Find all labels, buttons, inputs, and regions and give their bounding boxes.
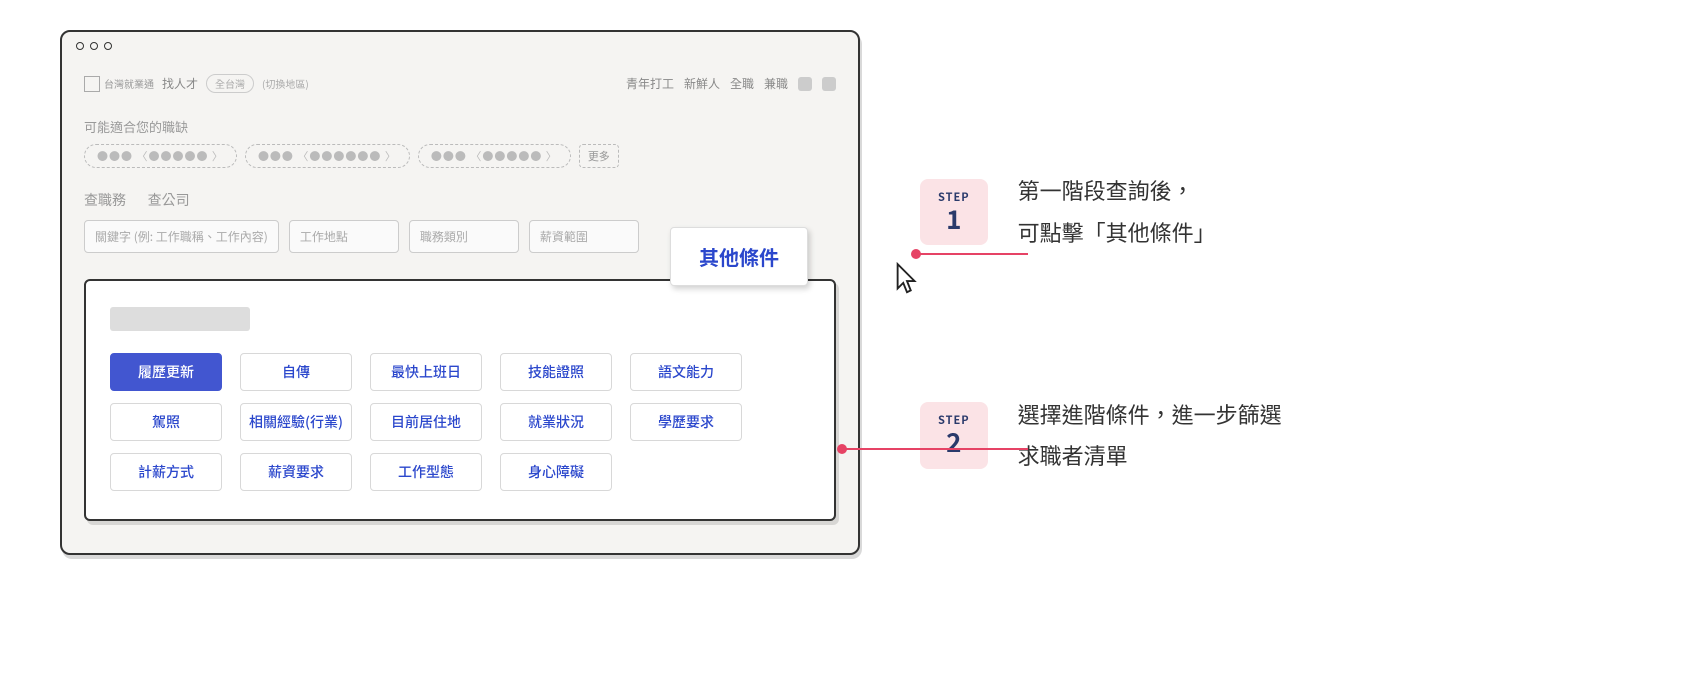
suggestions-heading: 可能適合您的職缺: [84, 117, 836, 136]
topbar-left: 台灣就業通 找人才 全台灣 (切換地區): [84, 74, 309, 93]
filter-chip[interactable]: 學歷要求: [630, 403, 742, 441]
stage: 台灣就業通 找人才 全台灣 (切換地區) 青年打工 新鮮人 全職 兼職 可能適合…: [60, 30, 860, 555]
site-logo[interactable]: 台灣就業通: [84, 76, 154, 92]
annotation-text-2: 選擇進階條件，進一步篩選 求職者清單: [1018, 394, 1282, 478]
nav-link[interactable]: 全職: [730, 75, 754, 92]
connector-line-2: [842, 448, 1028, 450]
panel-heading-skeleton: [110, 307, 250, 331]
topbar-right: 青年打工 新鮮人 全職 兼職: [626, 75, 836, 92]
filter-chip[interactable]: 技能證照: [500, 353, 612, 391]
filter-chip[interactable]: 履歷更新: [110, 353, 222, 391]
cursor-icon: [892, 262, 922, 305]
other-conditions-button[interactable]: 其他條件: [670, 227, 808, 286]
window-dot: [90, 42, 98, 50]
nav-icon[interactable]: [798, 77, 812, 91]
topbar: 台灣就業通 找人才 全台灣 (切換地區) 青年打工 新鮮人 全職 兼職: [84, 60, 836, 103]
page-body: 台灣就業通 找人才 全台灣 (切換地區) 青年打工 新鮮人 全職 兼職 可能適合…: [84, 60, 836, 521]
salary-field[interactable]: 薪資範圍: [529, 220, 639, 253]
window-controls: [62, 32, 858, 60]
filter-chip-grid: 履歷更新自傳最快上班日技能證照語文能力駕照相關經驗(行業) 目前居住地就業狀況學歷…: [110, 353, 810, 491]
region-pill[interactable]: 全台灣: [206, 74, 254, 93]
step-number: 2: [938, 428, 970, 457]
advanced-filter-panel: 履歷更新自傳最快上班日技能證照語文能力駕照相關經驗(行業) 目前居住地就業狀況學歷…: [84, 279, 836, 521]
logo-icon: [84, 76, 100, 92]
filter-chip[interactable]: 自傳: [240, 353, 352, 391]
tab-jobs[interactable]: 查職務: [84, 190, 126, 210]
location-field[interactable]: 工作地點: [289, 220, 399, 253]
suggestion-pill[interactable]: ●●● 〈●●●●● 〉: [418, 144, 571, 168]
suggestion-row: ●●● 〈●●●●● 〉 ●●● 〈●●●●●● 〉 ●●● 〈●●●●● 〉 …: [84, 144, 836, 168]
annotation-text-1: 第一階段查詢後， 可點擊「其他條件」: [1018, 170, 1216, 254]
nav-link[interactable]: 青年打工: [626, 75, 674, 92]
annotation-step-1: STEP 1 第一階段查詢後， 可點擊「其他條件」: [920, 170, 1282, 254]
anno-line: 選擇進階條件，進一步篩選: [1018, 394, 1282, 436]
suggestion-pill[interactable]: ●●● 〈●●●●●● 〉: [245, 144, 410, 168]
anno-line: 第一階段查詢後，: [1018, 170, 1216, 212]
filter-chip[interactable]: 駕照: [110, 403, 222, 441]
step-badge-2: STEP 2: [920, 402, 988, 469]
keyword-field[interactable]: 關鍵字 (例: 工作職稱、工作內容): [84, 220, 279, 253]
filter-chip[interactable]: 薪資要求: [240, 453, 352, 491]
filter-chip[interactable]: 計薪方式: [110, 453, 222, 491]
nav-link[interactable]: 新鮮人: [684, 75, 720, 92]
tab-companies[interactable]: 查公司: [148, 190, 190, 210]
search-tabs: 查職務 查公司: [84, 186, 836, 210]
switch-region-link[interactable]: (切換地區): [262, 76, 309, 91]
nav-link[interactable]: 兼職: [764, 75, 788, 92]
connector-line-1: [916, 253, 1028, 255]
filter-chip[interactable]: 就業狀況: [500, 403, 612, 441]
anno-line: 可點擊「其他條件」: [1018, 212, 1216, 254]
filter-chip[interactable]: 語文能力: [630, 353, 742, 391]
find-talent-link[interactable]: 找人才: [162, 75, 198, 92]
browser-window: 台灣就業通 找人才 全台灣 (切換地區) 青年打工 新鮮人 全職 兼職 可能適合…: [60, 30, 860, 555]
category-field[interactable]: 職務類別: [409, 220, 519, 253]
step-badge-1: STEP 1: [920, 179, 988, 246]
window-dot: [104, 42, 112, 50]
nav-icon[interactable]: [822, 77, 836, 91]
anno-line: 求職者清單: [1018, 435, 1282, 477]
window-dot: [76, 42, 84, 50]
annotation-step-2: STEP 2 選擇進階條件，進一步篩選 求職者清單: [920, 394, 1282, 478]
filter-chip[interactable]: 目前居住地: [370, 403, 482, 441]
filter-chip[interactable]: 相關經驗(行業): [240, 403, 352, 441]
step-number: 1: [938, 205, 970, 234]
suggestion-pill[interactable]: ●●● 〈●●●●● 〉: [84, 144, 237, 168]
filter-chip[interactable]: 最快上班日: [370, 353, 482, 391]
filter-chip[interactable]: 工作型態: [370, 453, 482, 491]
logo-text: 台灣就業通: [104, 76, 154, 91]
filter-chip[interactable]: 身心障礙: [500, 453, 612, 491]
more-suggestions-link[interactable]: 更多: [579, 144, 619, 168]
